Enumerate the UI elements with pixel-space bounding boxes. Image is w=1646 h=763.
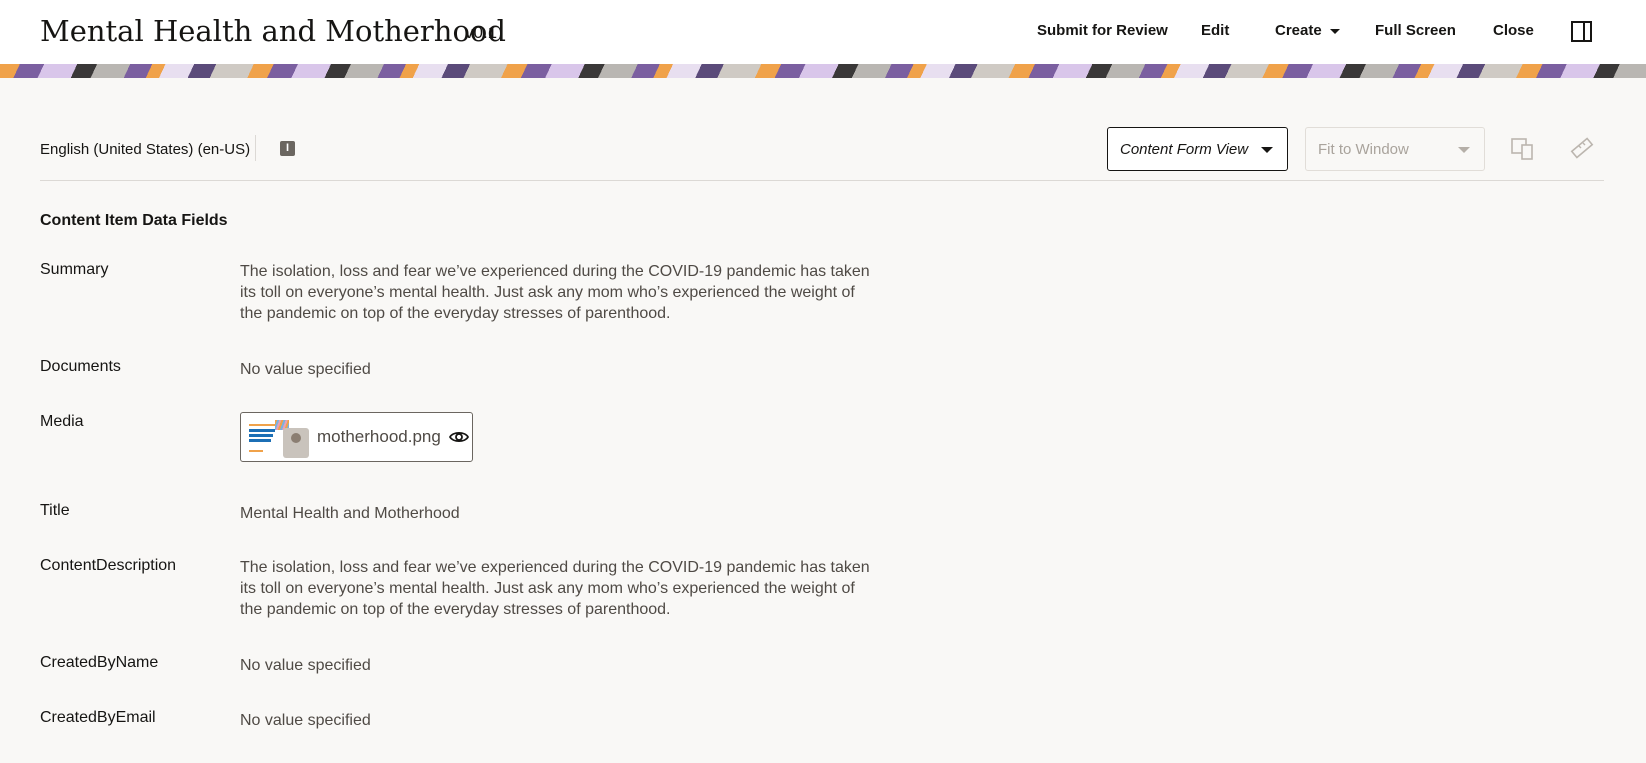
field-value-title: Mental Health and Motherhood [240,505,460,522]
full-screen-button[interactable]: Full Screen [1375,22,1456,39]
side-panel-icon[interactable] [1571,21,1592,42]
page-title: Mental Health and Motherhood [40,14,506,48]
close-button[interactable]: Close [1493,22,1534,39]
decorative-banner [0,64,1646,78]
field-label-documents: Documents [40,358,121,375]
field-label-created-by-name: CreatedByName [40,654,159,671]
submit-for-review-button[interactable]: Submit for Review [1037,22,1168,39]
info-icon[interactable]: I [280,141,295,156]
version-label: v0.1 [465,23,498,42]
zoom-value: Fit to Window [1318,141,1409,158]
field-value-created-by-name: No value specified [240,657,371,674]
field-value-summary: The isolation, loss and fear we’ve exper… [240,263,870,322]
field-label-title: Title [40,502,70,519]
app-header: Mental Health and Motherhood v0.1 Submit… [0,0,1646,64]
chevron-down-icon [1329,28,1340,34]
create-menu-button[interactable]: Create [1275,22,1340,39]
field-label-content-description: ContentDescription [40,557,177,574]
field-label-media: Media [40,413,84,430]
content-toolbar: English (United States) (en-US) I Conten… [40,125,1604,181]
view-mode-value: Content Form View [1120,141,1249,158]
eye-icon[interactable] [449,428,469,446]
field-label-created-by-email: CreatedByEmail [40,709,156,726]
field-value-created-by-email: No value specified [240,712,371,729]
media-thumbnail [245,418,309,458]
edit-button[interactable]: Edit [1201,22,1229,39]
ruler-icon[interactable] [1569,135,1595,161]
section-title: Content Item Data Fields [40,212,228,229]
zoom-select[interactable]: Fit to Window [1305,127,1485,171]
device-preview-icon[interactable] [1510,135,1536,161]
field-value-documents: No value specified [240,361,371,378]
field-value-content-description: The isolation, loss and fear we’ve exper… [240,559,870,618]
media-filename: motherhood.png [317,427,441,446]
toolbar-divider [255,135,256,161]
language-label: English (United States) (en-US) [40,141,251,158]
create-button-label: Create [1275,22,1322,39]
media-attachment[interactable]: motherhood.png [240,412,473,462]
view-mode-select[interactable]: Content Form View [1107,127,1288,171]
chevron-down-icon [1458,147,1470,153]
chevron-down-icon [1261,147,1273,153]
field-label-summary: Summary [40,261,109,278]
